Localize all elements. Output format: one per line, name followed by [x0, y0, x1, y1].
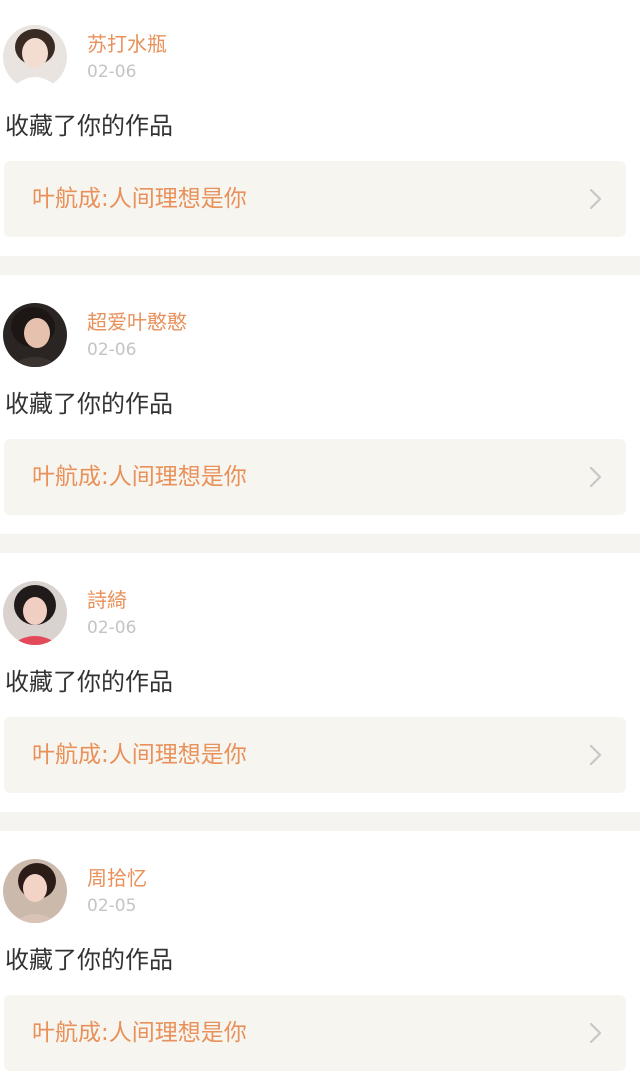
- username[interactable]: 周拾忆: [87, 865, 147, 891]
- user-avatar-image: [3, 859, 67, 923]
- timestamp: 02-05: [87, 896, 137, 916]
- username[interactable]: 詩綺: [87, 587, 127, 613]
- action-text: 收藏了你的作品: [5, 112, 173, 140]
- avatar[interactable]: [3, 859, 67, 923]
- notification-item: 周拾忆 02-05 收藏了你的作品 叶航成:人间理想是你: [0, 834, 640, 1090]
- work-title: 叶航成:人间理想是你: [32, 186, 247, 212]
- notification-item: 超爱叶憨憨 02-06 收藏了你的作品 叶航成:人间理想是你: [0, 278, 640, 534]
- user-avatar-image: [3, 303, 67, 367]
- user-avatar-image: [3, 25, 67, 89]
- avatar[interactable]: [3, 581, 67, 645]
- avatar[interactable]: [3, 303, 67, 367]
- section-divider: [0, 812, 640, 831]
- work-title: 叶航成:人间理想是你: [32, 464, 247, 490]
- user-avatar-image: [3, 581, 67, 645]
- username[interactable]: 超爱叶憨憨: [87, 309, 187, 335]
- chevron-right-icon: [589, 744, 602, 766]
- work-card[interactable]: 叶航成:人间理想是你: [4, 717, 626, 793]
- favorites-notification-feed: 苏打水瓶 02-06 收藏了你的作品 叶航成:人间理想是你 超爱叶憨憨 02-0…: [0, 0, 640, 1090]
- chevron-right-icon: [589, 188, 602, 210]
- timestamp: 02-06: [87, 340, 137, 360]
- action-text: 收藏了你的作品: [5, 946, 173, 974]
- work-title: 叶航成:人间理想是你: [32, 1020, 247, 1046]
- work-title: 叶航成:人间理想是你: [32, 742, 247, 768]
- action-text: 收藏了你的作品: [5, 668, 173, 696]
- notification-item: 詩綺 02-06 收藏了你的作品 叶航成:人间理想是你: [0, 556, 640, 812]
- chevron-right-icon: [589, 466, 602, 488]
- avatar[interactable]: [3, 25, 67, 89]
- timestamp: 02-06: [87, 618, 137, 638]
- notification-item: 苏打水瓶 02-06 收藏了你的作品 叶航成:人间理想是你: [0, 0, 640, 256]
- work-card[interactable]: 叶航成:人间理想是你: [4, 161, 626, 237]
- section-divider: [0, 256, 640, 275]
- section-divider: [0, 534, 640, 553]
- chevron-right-icon: [589, 1022, 602, 1044]
- action-text: 收藏了你的作品: [5, 390, 173, 418]
- username[interactable]: 苏打水瓶: [87, 31, 167, 57]
- timestamp: 02-06: [87, 62, 137, 82]
- work-card[interactable]: 叶航成:人间理想是你: [4, 995, 626, 1071]
- work-card[interactable]: 叶航成:人间理想是你: [4, 439, 626, 515]
